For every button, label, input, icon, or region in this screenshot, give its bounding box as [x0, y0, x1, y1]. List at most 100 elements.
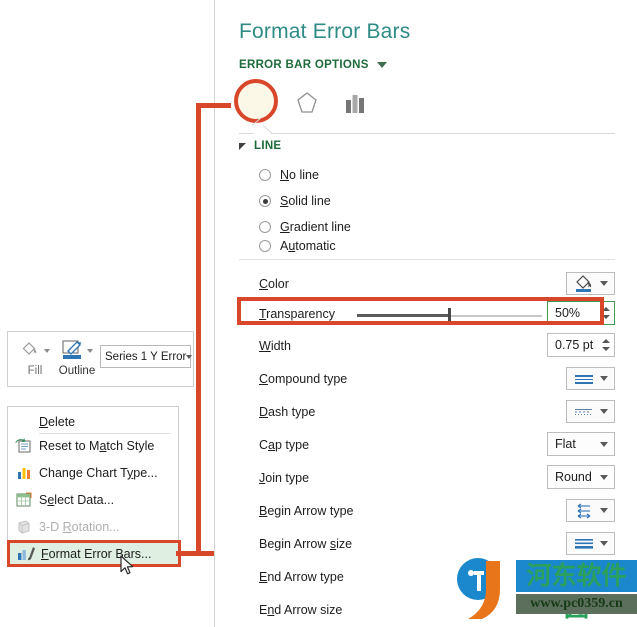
width-spinner[interactable]: 0.75 pt — [547, 333, 615, 357]
radio-indicator — [259, 195, 271, 207]
row-label-end-arrow-type: End Arrow type — [259, 570, 344, 584]
transparency-spinner[interactable]: 50% — [547, 301, 615, 325]
row-label-join-type: Join type — [259, 471, 310, 485]
begin-arrow-size-icon — [567, 537, 600, 551]
radio-gradient-line[interactable]: Gradient line — [259, 220, 351, 234]
bar-chart-icon — [346, 95, 364, 113]
row-label-begin-arrow-type: Begin Arrow type — [259, 504, 354, 518]
radio-solid-line[interactable]: Solid line — [259, 194, 331, 208]
watermark: 河东软件园 www.pc0359.cn — [456, 557, 637, 627]
line-section-header[interactable]: LINE — [239, 140, 281, 152]
spinner-down-icon[interactable] — [602, 315, 610, 319]
row-dash-type: Dash type — [259, 400, 615, 425]
row-color: Color — [259, 272, 615, 297]
row-compound-type: Compound type — [259, 367, 615, 392]
annotation-connector-bottom — [176, 551, 214, 556]
menu-item-label: Select Data... — [39, 493, 115, 507]
outline-label: Outline — [58, 365, 96, 377]
collapse-triangle-icon — [239, 142, 246, 150]
chevron-down-icon — [600, 541, 608, 546]
chevron-down-icon — [376, 62, 387, 68]
dash-line-icon — [567, 405, 600, 419]
reset-style-icon — [8, 434, 39, 458]
spinner-arrows[interactable] — [598, 334, 614, 356]
radio-indicator — [259, 221, 271, 233]
tab-strip-divider — [239, 133, 615, 134]
tab-size-properties[interactable] — [335, 84, 375, 124]
format-error-bars-icon — [10, 542, 41, 566]
row-label-color: Color — [259, 277, 289, 291]
radio-label: Automatic — [280, 239, 336, 253]
annotation-connector-top — [196, 103, 231, 108]
radio-no-line[interactable]: No line — [259, 168, 319, 182]
context-menu: Delete Reset to Match Style Change Chart… — [7, 406, 181, 567]
row-label-end-arrow-size: End Arrow size — [259, 603, 343, 617]
chevron-down-icon — [186, 354, 193, 359]
begin-arrow-size-button[interactable] — [566, 532, 615, 555]
rotation-3d-icon — [8, 515, 39, 539]
menu-item-label: Delete — [39, 415, 76, 429]
radio-automatic[interactable]: Automatic — [259, 239, 336, 253]
menu-item-label: Reset to Match Style — [39, 439, 155, 453]
slider-filled-track — [357, 314, 450, 317]
series-selector-combo[interactable]: Series 1 Y Error — [100, 345, 193, 368]
chevron-down-icon — [600, 376, 608, 381]
line-section-label: LINE — [254, 140, 282, 152]
tab-effects[interactable] — [287, 84, 327, 124]
cap-type-value: Flat — [555, 437, 576, 451]
error-bar-options-dropdown[interactable]: ERROR BAR OPTIONS — [239, 59, 387, 71]
begin-arrow-type-button[interactable] — [566, 499, 615, 522]
menu-item-format-error-bars[interactable]: Format Error Bars... — [7, 540, 181, 567]
watermark-url: www.pc0359.cn — [516, 594, 637, 614]
transparency-slider[interactable] — [357, 308, 542, 323]
row-label-cap-type: Cap type — [259, 438, 310, 452]
row-label-transparency: Transparency — [259, 307, 335, 321]
fill-glyph — [13, 338, 57, 364]
outline-button[interactable]: Outline — [55, 338, 99, 377]
menu-item-select-data[interactable]: Select Data... — [8, 488, 178, 512]
width-value: 0.75 pt — [555, 338, 594, 352]
spinner-arrows[interactable] — [598, 302, 614, 324]
section-divider — [239, 259, 615, 260]
pencil-outline-icon — [62, 340, 82, 359]
dash-type-button[interactable] — [566, 400, 615, 423]
spinner-up-icon[interactable] — [602, 307, 610, 311]
join-type-combo[interactable]: Round — [547, 465, 615, 489]
slider-thumb[interactable] — [448, 308, 451, 323]
cap-type-combo[interactable]: Flat — [547, 432, 615, 456]
menu-item-3d-rotation: 3-D Rotation... — [8, 515, 178, 539]
row-begin-arrow-size: Begin Arrow size — [259, 532, 615, 557]
annotation-connector-vertical — [196, 103, 201, 556]
spinner-up-icon[interactable] — [602, 339, 610, 343]
join-type-value: Round — [555, 470, 592, 484]
error-bar-options-label: ERROR BAR OPTIONS — [239, 59, 369, 71]
select-data-icon — [8, 488, 39, 512]
menu-item-delete[interactable]: Delete — [8, 410, 178, 434]
menu-item-reset-to-match-style[interactable]: Reset to Match Style — [8, 434, 178, 458]
menu-icon-placeholder — [8, 410, 39, 434]
transparency-value: 50% — [555, 306, 581, 320]
row-transparency: Transparency 50% — [259, 301, 615, 327]
paint-bucket-icon — [22, 342, 37, 355]
pentagon-icon — [297, 92, 317, 113]
compound-type-button[interactable] — [566, 367, 615, 390]
mini-toolbar: Fill Outline Series 1 Y Error — [7, 331, 194, 387]
fill-button[interactable]: Fill — [13, 338, 57, 377]
compound-line-icon — [567, 372, 600, 386]
begin-arrow-type-icon — [567, 503, 600, 519]
menu-item-change-chart-type[interactable]: Change Chart Type... — [8, 461, 178, 485]
watermark-chinese: 河东软件园 — [526, 561, 627, 622]
chevron-down-icon — [600, 409, 608, 414]
menu-item-label: 3-D Rotation... — [39, 520, 120, 534]
mouse-cursor — [120, 555, 134, 575]
row-width: Width 0.75 pt — [259, 333, 615, 359]
spinner-down-icon[interactable] — [602, 347, 610, 351]
chevron-down-icon — [44, 349, 50, 353]
menu-separator — [39, 433, 171, 434]
pane-tab-strip — [234, 79, 615, 134]
chevron-down-icon — [600, 441, 608, 447]
radio-indicator — [259, 240, 271, 252]
color-picker-button[interactable] — [566, 272, 615, 295]
row-label-begin-arrow-size: Begin Arrow size — [259, 537, 353, 551]
row-label-width: Width — [259, 339, 291, 353]
